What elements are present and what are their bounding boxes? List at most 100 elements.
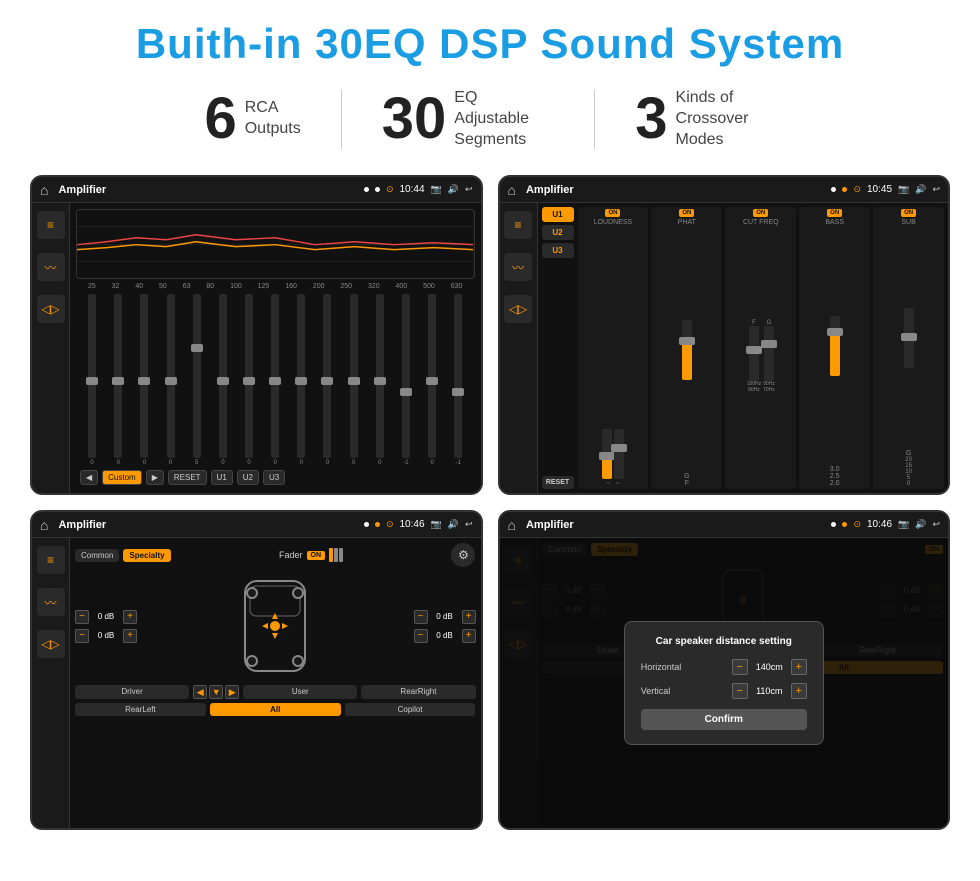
eq-slider-3: 0 — [167, 294, 175, 466]
user-btn[interactable]: User — [243, 685, 357, 699]
eq-slider-0: 0 — [88, 294, 96, 466]
loudness-slider-2[interactable] — [614, 429, 624, 479]
phat-on[interactable]: ON — [679, 209, 694, 217]
eq-track-3[interactable] — [167, 294, 175, 458]
stat-number-rca: 6 — [204, 90, 236, 148]
camera-icon-2: 📷 — [898, 184, 909, 195]
dialog-vertical-row: Vertical − 110cm + — [641, 683, 807, 699]
sidebar-eq-btn-3[interactable]: ≡ — [37, 546, 65, 574]
db-plus-tl[interactable]: + — [123, 610, 137, 624]
db-minus-tr[interactable]: − — [414, 610, 428, 624]
amp-loudness: ON LOUDNESS ~~ — [578, 207, 649, 489]
eq-track-6[interactable] — [245, 294, 253, 458]
db-plus-tr[interactable]: + — [462, 610, 476, 624]
sidebar-eq-btn[interactable]: ≡ — [37, 211, 65, 239]
eq-reset-btn[interactable]: RESET — [168, 470, 207, 485]
eq-u1-btn[interactable]: U1 — [211, 470, 233, 485]
eq-track-14[interactable] — [454, 294, 462, 458]
eq-track-1[interactable] — [114, 294, 122, 458]
db-plus-bl[interactable]: + — [123, 629, 137, 643]
db-minus-br[interactable]: − — [414, 629, 428, 643]
eq-play-btn[interactable]: ▶ — [146, 470, 164, 485]
db-control-br: − 0 dB + — [414, 629, 476, 643]
bass-label: BASS — [825, 219, 844, 226]
stat-text-crossover: Kinds ofCrossover Modes — [676, 88, 776, 150]
eq-track-10[interactable] — [350, 294, 358, 458]
db-minus-tl[interactable]: − — [75, 610, 89, 624]
db-val-tl: 0 dB — [92, 612, 120, 621]
loudness-slider-1[interactable] — [602, 429, 612, 479]
eq-track-11[interactable] — [376, 294, 384, 458]
dialog-vertical-plus[interactable]: + — [791, 683, 807, 699]
amp-reset-btn[interactable]: RESET — [542, 476, 574, 489]
sidebar-vol-btn[interactable]: ◁▷ — [37, 295, 65, 323]
eq-prev-btn[interactable]: ◀ — [80, 470, 98, 485]
sidebar-vol-btn-2[interactable]: ◁▷ — [504, 295, 532, 323]
eq-custom-btn[interactable]: Custom — [102, 470, 142, 485]
fader-settings-icon[interactable]: ⚙ — [451, 543, 475, 567]
eq-track-13[interactable] — [428, 294, 436, 458]
eq-track-9[interactable] — [323, 294, 331, 458]
sidebar-vol-btn-3[interactable]: ◁▷ — [37, 630, 65, 658]
eq-track-7[interactable] — [271, 294, 279, 458]
db-control-tr: − 0 dB + — [414, 610, 476, 624]
location-icon-1: ⊙ — [386, 184, 394, 195]
dialog-horizontal-plus[interactable]: + — [791, 659, 807, 675]
status-dot-5 — [364, 522, 369, 527]
eq-track-2[interactable] — [140, 294, 148, 458]
bass-on[interactable]: ON — [827, 209, 842, 217]
sidebar-wave-btn[interactable]: 〰 — [37, 253, 65, 281]
eq-track-5[interactable] — [219, 294, 227, 458]
driver-btn[interactable]: Driver — [75, 685, 189, 699]
tab-common[interactable]: Common — [75, 549, 119, 562]
amp-u2-btn[interactable]: U2 — [542, 225, 574, 240]
copilot-btn[interactable]: Copilot — [345, 703, 476, 716]
amp-u3-btn[interactable]: U3 — [542, 243, 574, 258]
amp-main: U1 U2 U3 RESET ON LOUDNESS — [538, 203, 949, 493]
sub-slider[interactable] — [904, 308, 914, 368]
left-arrow-btn[interactable]: ◀ — [193, 685, 207, 699]
sidebar-eq-btn-2[interactable]: ≡ — [504, 211, 532, 239]
sub-on[interactable]: ON — [901, 209, 916, 217]
fader-on-toggle[interactable]: ON — [307, 551, 326, 560]
eq-track-0[interactable] — [88, 294, 96, 458]
amp-u1-btn[interactable]: U1 — [542, 207, 574, 222]
cutfreq-slider-f[interactable] — [749, 326, 759, 381]
eq-track-8[interactable] — [297, 294, 305, 458]
status-title-4: Amplifier — [526, 519, 825, 531]
eq-track-4[interactable] — [193, 294, 201, 458]
back-icon-2: ↩ — [932, 184, 940, 195]
dialog-vertical-minus[interactable]: − — [732, 683, 748, 699]
fader-right-channels: − 0 dB + − 0 dB + — [414, 610, 476, 643]
sidebar-wave-btn-2[interactable]: 〰 — [504, 253, 532, 281]
confirm-button[interactable]: Confirm — [641, 709, 807, 730]
amp-preset-col: U1 U2 U3 RESET — [542, 207, 574, 489]
down-arrow-btn[interactable]: ▼ — [209, 685, 223, 699]
bass-slider[interactable] — [830, 316, 840, 376]
rearright-btn[interactable]: RearRight — [361, 685, 475, 699]
cutfreq-on[interactable]: ON — [753, 209, 768, 217]
db-plus-br[interactable]: + — [462, 629, 476, 643]
back-icon-3: ↩ — [465, 519, 473, 530]
status-title-1: Amplifier — [58, 184, 357, 196]
sidebar-wave-btn-3[interactable]: 〰 — [37, 588, 65, 616]
stat-eq: 30 EQ AdjustableSegments — [342, 88, 595, 150]
rearleft-btn[interactable]: RearLeft — [75, 703, 206, 716]
all-btn[interactable]: All — [210, 703, 341, 716]
dialog-horizontal-minus[interactable]: − — [732, 659, 748, 675]
amp-sub: ON SUB G 20 15 10 — [873, 207, 944, 489]
freq-125: 125 — [258, 283, 270, 290]
tab-specialty[interactable]: Specialty — [123, 549, 170, 562]
eq-track-12[interactable] — [402, 294, 410, 458]
eq-u2-btn[interactable]: U2 — [237, 470, 259, 485]
right-arrow-btn[interactable]: ▶ — [225, 685, 239, 699]
phat-slider[interactable] — [682, 320, 692, 380]
freq-50: 50 — [159, 283, 167, 290]
loudness-on[interactable]: ON — [605, 209, 620, 217]
left-sidebar-3: ≡ 〰 ◁▷ — [32, 538, 70, 828]
phat-label: PHAT — [678, 219, 696, 226]
db-minus-bl[interactable]: − — [75, 629, 89, 643]
cutfreq-slider-g[interactable] — [764, 326, 774, 381]
eq-slider-12: -1 — [402, 294, 410, 466]
eq-u3-btn[interactable]: U3 — [263, 470, 285, 485]
